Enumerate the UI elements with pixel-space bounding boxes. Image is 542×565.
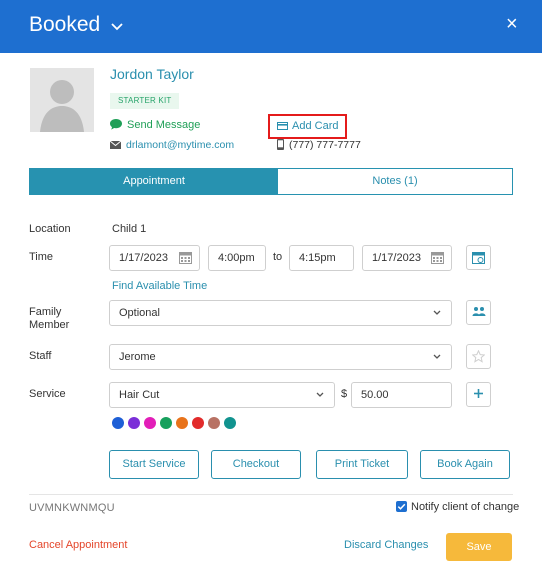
add-card-label: Add Card <box>292 120 339 132</box>
end-date-value: 1/17/2023 <box>372 252 421 264</box>
appointment-code: UVMNKWNMQU <box>29 502 115 514</box>
cancel-appointment-link[interactable]: Cancel Appointment <box>29 539 127 551</box>
chevron-down-icon[interactable] <box>108 17 126 35</box>
checkout-button[interactable]: Checkout <box>211 450 301 479</box>
client-phone[interactable]: (777) 777-7777 <box>277 139 361 151</box>
calendar-picker-button[interactable] <box>466 245 491 270</box>
envelope-icon <box>110 141 121 149</box>
starter-kit-badge: STARTER KIT <box>110 93 180 109</box>
location-value: Child 1 <box>112 223 147 235</box>
currency-symbol: $ <box>341 388 348 400</box>
add-card-button[interactable]: Add Card <box>268 114 347 139</box>
people-group-icon <box>472 307 485 316</box>
modal-header: Booked × <box>0 0 542 53</box>
favorite-staff-button[interactable] <box>466 344 491 369</box>
location-label: Location <box>29 223 71 235</box>
book-again-button[interactable]: Book Again <box>420 450 510 479</box>
staff-label: Staff <box>29 350 52 362</box>
time-label: Time <box>29 251 54 263</box>
client-email[interactable]: drlamont@mytime.com <box>110 139 234 151</box>
start-service-button[interactable]: Start Service <box>109 450 199 479</box>
family-members-button[interactable] <box>466 300 491 325</box>
add-service-button[interactable] <box>466 382 491 407</box>
color-swatch[interactable] <box>112 417 124 429</box>
staff-value: Jerome <box>119 351 156 363</box>
chevron-down-icon <box>433 354 441 359</box>
service-value: Hair Cut <box>119 389 160 401</box>
calendar-icon <box>179 252 192 264</box>
tab-bar: Appointment Notes (1) <box>29 168 513 195</box>
person-placeholder-icon <box>30 68 94 132</box>
price-value: 50.00 <box>361 389 389 401</box>
tab-appointment[interactable]: Appointment <box>30 169 278 194</box>
start-date-value: 1/17/2023 <box>119 252 168 264</box>
color-swatch[interactable] <box>128 417 140 429</box>
chevron-down-icon <box>316 392 324 397</box>
start-date-input[interactable]: 1/17/2023 <box>109 245 200 271</box>
service-label: Service <box>29 388 66 400</box>
find-available-time-link[interactable]: Find Available Time <box>112 280 207 292</box>
family-member-label-line2: Member <box>29 319 70 331</box>
color-swatch[interactable] <box>224 417 236 429</box>
color-swatch[interactable] <box>144 417 156 429</box>
star-icon <box>471 349 486 363</box>
status-title[interactable]: Booked <box>29 13 100 37</box>
service-select[interactable]: Hair Cut <box>109 382 335 408</box>
start-time-input[interactable]: 4:00pm <box>208 245 266 271</box>
family-member-value: Optional <box>119 307 160 319</box>
chat-bubble-icon <box>110 119 122 130</box>
divider <box>29 494 513 495</box>
send-message-label: Send Message <box>127 119 201 131</box>
family-member-label-line1: Family <box>29 306 62 318</box>
client-name[interactable]: Jordon Taylor <box>110 66 194 82</box>
price-input[interactable]: 50.00 <box>351 382 452 408</box>
mobile-phone-icon <box>277 139 284 150</box>
save-button[interactable]: Save <box>446 533 512 561</box>
color-swatch[interactable] <box>176 417 188 429</box>
color-swatches <box>112 417 236 429</box>
email-text: drlamont@mytime.com <box>126 139 235 151</box>
color-swatch[interactable] <box>208 417 220 429</box>
tab-notes[interactable]: Notes (1) <box>278 169 512 194</box>
end-time-value: 4:15pm <box>299 252 336 264</box>
print-ticket-button[interactable]: Print Ticket <box>316 450 408 479</box>
phone-text: (777) 777-7777 <box>289 139 361 151</box>
credit-card-icon <box>277 122 288 130</box>
calendar-icon <box>431 252 444 264</box>
staff-select[interactable]: Jerome <box>109 344 452 370</box>
avatar <box>30 68 94 132</box>
to-label: to <box>273 251 283 263</box>
calendar-clock-icon <box>472 252 485 264</box>
checkbox-checked-icon[interactable] <box>396 501 407 512</box>
discard-changes-link[interactable]: Discard Changes <box>344 539 428 551</box>
chevron-down-icon <box>433 310 441 315</box>
color-swatch[interactable] <box>192 417 204 429</box>
start-time-value: 4:00pm <box>218 252 255 264</box>
color-swatch[interactable] <box>160 417 172 429</box>
family-member-select[interactable]: Optional <box>109 300 452 326</box>
end-date-input[interactable]: 1/17/2023 <box>362 245 452 271</box>
end-time-input[interactable]: 4:15pm <box>289 245 354 271</box>
close-icon[interactable]: × <box>506 14 518 34</box>
notify-client-checkbox[interactable]: Notify client of change <box>396 501 519 513</box>
plus-icon <box>474 389 483 398</box>
notify-client-label: Notify client of change <box>411 501 520 513</box>
send-message-link[interactable]: Send Message <box>110 119 200 131</box>
